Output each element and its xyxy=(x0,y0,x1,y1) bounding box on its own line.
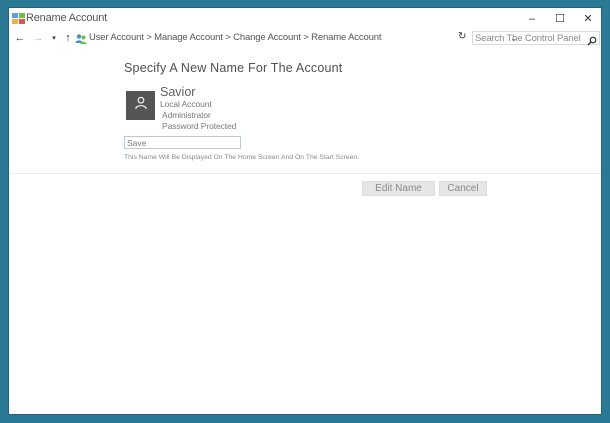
rename-account-window: Rename Account – ☐ ✕ ← → ▾ ↑ User Accoun… xyxy=(8,7,602,415)
users-icon xyxy=(75,32,87,44)
search-icon[interactable] xyxy=(587,33,597,46)
edit-name-button[interactable]: Edit Name xyxy=(362,181,435,196)
page-title: Specify A New Name For The Account xyxy=(124,61,343,75)
account-protection: Password Protected xyxy=(162,121,237,131)
window-title: Rename Account xyxy=(26,12,107,24)
minimize-button[interactable]: – xyxy=(517,8,547,29)
account-type: Local Account xyxy=(160,99,212,109)
close-button[interactable]: ✕ xyxy=(573,8,601,29)
back-button[interactable]: ← xyxy=(13,31,27,45)
avatar xyxy=(126,91,155,120)
divider xyxy=(9,173,601,174)
title-bar: Rename Account – ☐ ✕ xyxy=(9,8,601,30)
forward-button[interactable]: → xyxy=(31,31,45,45)
account-name: Savior xyxy=(160,85,196,99)
refresh-button[interactable]: ↻ xyxy=(458,31,466,42)
control-panel-icon xyxy=(12,12,25,24)
breadcrumb[interactable]: User Account > Manage Account > Change A… xyxy=(89,32,382,43)
search-input[interactable]: Search The Control Panel xyxy=(472,31,600,46)
new-name-input[interactable] xyxy=(124,136,241,149)
address-bar[interactable]: User Account > Manage Account > Change A… xyxy=(73,31,518,45)
cancel-button[interactable]: Cancel xyxy=(439,181,487,196)
maximize-button[interactable]: ☐ xyxy=(545,8,575,29)
search-placeholder: Search The Control Panel xyxy=(475,33,581,44)
name-hint: This Name Will Be Displayed On The Home … xyxy=(124,154,360,161)
user-silhouette-icon xyxy=(134,96,148,115)
recent-locations-button[interactable]: ▾ xyxy=(47,31,61,45)
address-bar-row: ← → ▾ ↑ User Account > Manage Account > … xyxy=(9,30,601,48)
account-role: Administrator xyxy=(162,110,211,120)
